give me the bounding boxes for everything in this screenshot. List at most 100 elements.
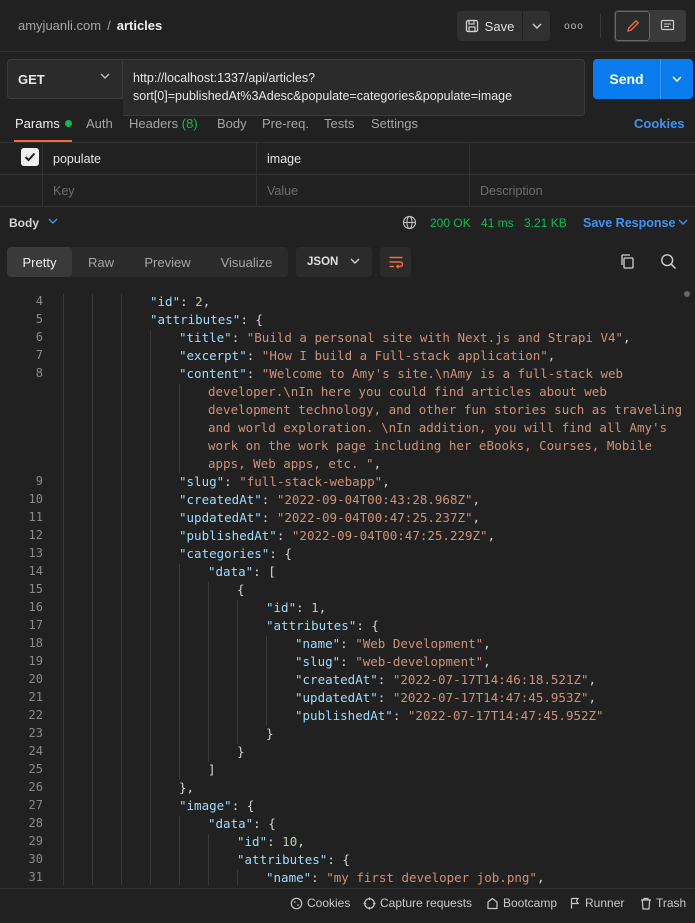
code-line: "content": "Welcome to Amy's site.\nAmy …: [179, 366, 624, 381]
code-line: "image": {: [179, 798, 255, 813]
line-number: 5: [35, 312, 43, 326]
table-row-empty: Key Value Description: [0, 175, 695, 207]
chevron-down-icon[interactable]: [678, 219, 688, 225]
tab-settings[interactable]: Settings: [371, 116, 418, 131]
params-table: populate image Key Value Description: [0, 142, 695, 207]
response-bar: Body 200 OK 41 ms 3.21 KB Save Response: [0, 208, 695, 238]
param-value-placeholder[interactable]: Value: [256, 175, 469, 207]
trash-label: Trash: [656, 896, 687, 910]
tab-pretty[interactable]: Pretty: [7, 247, 72, 277]
save-label: Save: [484, 18, 515, 34]
indent-guide: [237, 600, 238, 744]
trash-icon: [641, 897, 651, 910]
footer-cookies-button[interactable]: Cookies: [290, 896, 350, 910]
tab-headers-label: Headers: [129, 116, 179, 131]
tab-params-label: Params: [15, 116, 60, 131]
param-description-placeholder[interactable]: Description: [469, 175, 689, 207]
line-number: 20: [28, 672, 43, 686]
request-tabs: Params Auth Headers (8) Body Pre-req. Te…: [0, 113, 695, 143]
code-line: "createdAt": "2022-09-04T00:43:28.968Z",: [179, 492, 481, 507]
save-button-group: Save: [457, 11, 550, 41]
code-line: }: [237, 744, 245, 759]
param-enabled-checkbox[interactable]: [21, 148, 39, 166]
response-body-viewer[interactable]: 4 "id": 2, 5 "attributes": {6 "title": "Buil…: [0, 288, 695, 885]
line-number: 18: [28, 636, 43, 650]
edit-mode-button[interactable]: [615, 11, 650, 41]
copy-icon[interactable]: [619, 253, 635, 270]
indent-guide: [63, 294, 64, 885]
param-key-cell[interactable]: populate: [42, 143, 256, 175]
param-key-placeholder[interactable]: Key: [42, 175, 256, 207]
params-active-dot: [64, 120, 72, 127]
breadcrumb-current[interactable]: articles: [117, 18, 163, 33]
code-line: "slug": "full-stack-webapp",: [179, 474, 390, 489]
method-select[interactable]: GET: [7, 59, 123, 99]
comments-button[interactable]: [650, 11, 685, 41]
wrap-lines-button[interactable]: [380, 247, 411, 277]
code-line: "name": "Web Development",: [295, 636, 491, 651]
tab-prereq[interactable]: Pre-req.: [262, 116, 309, 131]
line-number: 12: [28, 528, 43, 542]
line-number: 17: [28, 618, 43, 632]
save-response-button[interactable]: Save Response: [583, 216, 675, 230]
search-icon[interactable]: [660, 253, 677, 270]
capture-icon: [363, 897, 376, 909]
runner-label: Runner: [585, 896, 625, 910]
status-footer: Cookies Capture requests Bootcamp Runner…: [0, 888, 695, 923]
code-line: "publishedAt": "2022-07-17T14:47:45.952Z…: [295, 708, 604, 723]
breadcrumb-workspace[interactable]: amyjuanli.com: [18, 18, 101, 33]
line-number: 30: [28, 852, 43, 866]
param-value-cell[interactable]: image: [256, 143, 469, 175]
tab-preview[interactable]: Preview: [130, 247, 205, 277]
response-size[interactable]: 3.21 KB: [524, 216, 567, 230]
format-select[interactable]: JSON: [296, 247, 372, 277]
cookies-link[interactable]: Cookies: [634, 116, 685, 131]
param-description-cell[interactable]: [469, 143, 689, 175]
tab-raw[interactable]: Raw: [72, 247, 130, 277]
top-bar: amyjuanli.com / articles Save ooo: [0, 0, 695, 52]
tab-auth[interactable]: Auth: [86, 116, 113, 131]
tab-headers[interactable]: Headers (8): [129, 116, 198, 131]
code-line: and world exploration. \nIn addition, yo…: [208, 420, 668, 435]
code-line: "data": [: [208, 564, 276, 579]
line-number: 16: [28, 600, 43, 614]
line-number: 19: [28, 654, 43, 668]
capture-requests-label: Capture requests: [380, 896, 473, 910]
code-line: "updatedAt": "2022-07-17T14:47:45.953Z",: [295, 690, 597, 705]
tab-body[interactable]: Body: [217, 116, 247, 131]
chevron-down-icon: [532, 23, 541, 29]
bootcamp-button[interactable]: Bootcamp: [486, 896, 557, 910]
trash-button[interactable]: Trash: [640, 896, 686, 910]
send-button[interactable]: Send: [593, 71, 660, 87]
indent-guide: [179, 564, 180, 780]
indent-guide: [179, 384, 180, 474]
globe-icon[interactable]: [402, 215, 417, 230]
save-icon: [465, 19, 478, 33]
code-line: "data": {: [208, 816, 276, 831]
code-scrollbar[interactable]: [684, 291, 690, 884]
code-line: developer.\nIn here you could find artic…: [208, 384, 607, 399]
line-number: 8: [35, 366, 43, 380]
chevron-down-icon[interactable]: [48, 218, 58, 224]
code-line: }: [266, 726, 274, 741]
send-options-button[interactable]: [661, 76, 693, 82]
indent-guide: [121, 294, 122, 885]
response-body-label[interactable]: Body: [9, 216, 39, 230]
toolbar-divider: [600, 14, 601, 38]
format-label: JSON: [307, 256, 339, 268]
save-options-button[interactable]: [523, 11, 550, 41]
save-button[interactable]: Save: [457, 11, 523, 41]
status-code[interactable]: 200 OK: [430, 216, 471, 230]
tab-tests[interactable]: Tests: [324, 116, 354, 131]
tab-visualize[interactable]: Visualize: [205, 247, 288, 277]
code-line: "excerpt": "How I build a Full-stack app…: [179, 348, 556, 363]
url-input[interactable]: http://localhost:1337/api/articles? sort…: [123, 59, 585, 116]
capture-requests-button[interactable]: Capture requests: [363, 896, 472, 910]
more-options-button[interactable]: ooo: [562, 14, 586, 38]
scrollbar-thumb[interactable]: [684, 291, 690, 297]
tab-params[interactable]: Params: [15, 116, 72, 131]
code-line: "categories": {: [179, 546, 292, 561]
runner-button[interactable]: Runner: [569, 896, 624, 910]
response-time[interactable]: 41 ms: [481, 216, 514, 230]
more-icon: ooo: [564, 20, 584, 32]
